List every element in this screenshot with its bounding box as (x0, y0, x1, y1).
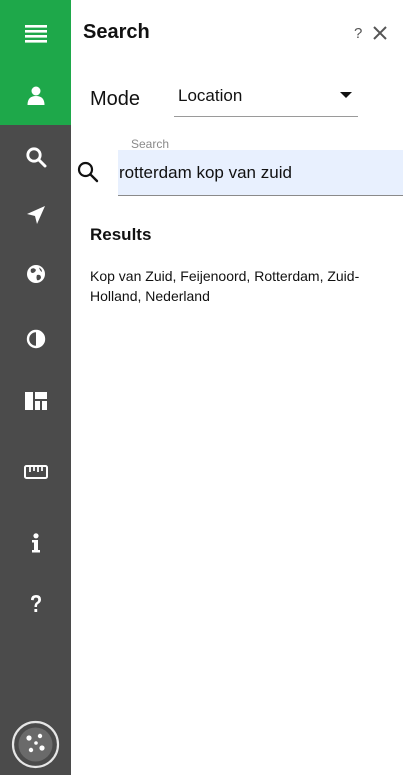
help-icon (30, 595, 41, 612)
sidebar-item-search[interactable] (0, 132, 71, 182)
navigate-arrow-icon (26, 206, 45, 224)
sidebar-item-measure[interactable] (0, 447, 71, 497)
ruler-icon (23, 465, 48, 479)
sidebar-item-info[interactable] (0, 518, 71, 568)
sidebar (0, 0, 71, 775)
menu-button[interactable] (0, 9, 71, 59)
search-icon (25, 147, 46, 168)
search-icon (77, 161, 99, 183)
results-heading: Results (90, 225, 152, 244)
user-icon (27, 86, 44, 105)
sidebar-item-help[interactable] (0, 579, 71, 629)
search-input[interactable] (118, 150, 403, 196)
panel-title: Search (83, 21, 150, 43)
info-icon (31, 533, 40, 553)
chevron-down-icon (340, 92, 352, 98)
app-logo-button[interactable] (11, 720, 60, 769)
layout-icon (24, 392, 47, 410)
sidebar-item-globe[interactable] (0, 249, 71, 299)
search-caption: Search (131, 137, 170, 151)
sidebar-item-layout[interactable] (0, 376, 71, 426)
mode-select[interactable]: Location (174, 80, 358, 117)
close-icon (373, 26, 387, 40)
close-button[interactable] (372, 24, 392, 44)
menu-icon (24, 25, 47, 43)
panel-help-button[interactable]: ? (354, 25, 362, 42)
search-panel: Search ? Mode Location Search Results Ko… (71, 0, 403, 775)
app-logo-icon (11, 720, 60, 769)
contrast-icon (26, 329, 45, 349)
sidebar-item-contrast[interactable] (0, 314, 71, 364)
result-item[interactable]: Kop van Zuid, Feijenoord, Rotterdam, Zui… (90, 266, 380, 306)
sidebar-item-navigate[interactable] (0, 190, 71, 240)
globe-icon (26, 265, 45, 283)
mode-label: Mode (90, 88, 141, 110)
mode-selected-value: Location (178, 86, 243, 105)
search-field-icon (76, 160, 100, 184)
sidebar-item-user[interactable] (0, 70, 71, 120)
